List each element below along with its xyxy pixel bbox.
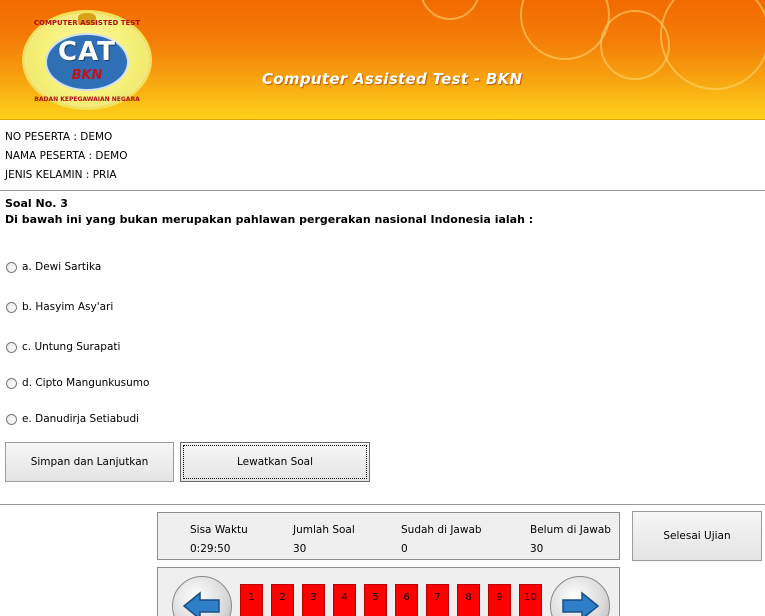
participant-number: NO PESERTA : DEMO xyxy=(5,131,113,143)
unanswered-questions: Belum di Jawab 30 xyxy=(530,521,611,559)
finish-exam-button[interactable]: Selesai Ujian xyxy=(632,511,762,561)
total-questions-label: Jumlah Soal xyxy=(293,524,355,536)
arrow-left-icon xyxy=(182,591,220,616)
question-number-box-2[interactable]: 2 xyxy=(271,584,294,616)
unanswered-questions-value: 30 xyxy=(530,543,544,555)
answered-questions: Sudah di Jawab 0 xyxy=(401,521,482,559)
participant-name: NAMA PESERTA : DEMO xyxy=(5,150,128,162)
divider xyxy=(0,504,765,505)
question-number-box-4[interactable]: 4 xyxy=(333,584,356,616)
radio-button[interactable] xyxy=(6,301,17,313)
logo-arc-top-text: COMPUTER ASSISTED TEST xyxy=(33,19,141,27)
question-number-box-1[interactable]: 1 xyxy=(240,584,263,616)
answer-option-e[interactable]: e. Danudirja Setiabudi xyxy=(6,413,139,425)
header-swirl-decoration xyxy=(420,0,480,20)
participant-info: NO PESERTA : DEMO NAMA PESERTA : DEMO JE… xyxy=(5,128,127,185)
total-questions: Jumlah Soal 30 xyxy=(293,521,355,559)
previous-question-button[interactable] xyxy=(172,576,232,616)
answered-questions-label: Sudah di Jawab xyxy=(401,524,482,536)
arrow-right-icon xyxy=(562,591,600,616)
skip-question-button[interactable]: Lewatkan Soal xyxy=(180,442,370,482)
question-number: Soal No. 3 xyxy=(5,197,68,210)
cat-bkn-logo: COMPUTER ASSISTED TEST CAT BKN BADAN KEP… xyxy=(22,10,152,110)
answer-option-d[interactable]: d. Cipto Mangunkusumo xyxy=(6,377,149,389)
answer-option-label: d. Cipto Mangunkusumo xyxy=(22,377,150,389)
radio-button[interactable] xyxy=(6,341,17,353)
divider xyxy=(0,190,765,191)
radio-button[interactable] xyxy=(6,261,17,273)
question-number-box-3[interactable]: 3 xyxy=(302,584,325,616)
unanswered-questions-label: Belum di Jawab xyxy=(530,524,611,536)
header-swirl-decoration xyxy=(660,0,765,90)
answer-option-label: e. Danudirja Setiabudi xyxy=(22,413,140,425)
question-number-box-8[interactable]: 8 xyxy=(457,584,480,616)
answer-option-a[interactable]: a. Dewi Sartika xyxy=(6,261,101,273)
next-question-button[interactable] xyxy=(550,576,610,616)
logo-main-text: CAT xyxy=(58,37,116,67)
question-navigation: 1 2 3 4 5 6 7 8 9 10 xyxy=(157,567,620,616)
question-number-box-10[interactable]: 10 xyxy=(519,584,542,616)
question-text: Di bawah ini yang bukan merupakan pahlaw… xyxy=(5,213,534,226)
answer-option-b[interactable]: b. Hasyim Asy'ari xyxy=(6,301,113,313)
time-remaining-label: Sisa Waktu xyxy=(190,524,248,536)
question-number-box-7[interactable]: 7 xyxy=(426,584,449,616)
time-remaining: Sisa Waktu 0:29:50 xyxy=(190,521,248,559)
answer-option-label: b. Hasyim Asy'ari xyxy=(22,301,114,313)
logo-arc-bottom-text: BADAN KEPEGAWAIAN NEGARA xyxy=(34,96,140,103)
answer-option-label: a. Dewi Sartika xyxy=(22,261,102,273)
total-questions-value: 30 xyxy=(293,543,307,555)
header-swirl-decoration xyxy=(600,10,670,80)
radio-button[interactable] xyxy=(6,413,17,425)
radio-button[interactable] xyxy=(6,377,17,389)
save-and-continue-button[interactable]: Simpan dan Lanjutkan xyxy=(5,442,174,482)
answer-option-c[interactable]: c. Untung Surapati xyxy=(6,341,120,353)
question-number-box-6[interactable]: 6 xyxy=(395,584,418,616)
question-number-box-9[interactable]: 9 xyxy=(488,584,511,616)
app-header: COMPUTER ASSISTED TEST CAT BKN BADAN KEP… xyxy=(0,0,765,120)
exam-status-panel: Sisa Waktu 0:29:50 Jumlah Soal 30 Sudah … xyxy=(157,512,620,560)
answer-option-label: c. Untung Surapati xyxy=(22,341,121,353)
header-swirl-decoration xyxy=(520,0,610,60)
time-remaining-value: 0:29:50 xyxy=(190,543,231,555)
answered-questions-value: 0 xyxy=(401,543,408,555)
logo-sub-text: BKN xyxy=(71,68,103,83)
question-number-box-5[interactable]: 5 xyxy=(364,584,387,616)
app-title: Computer Assisted Test - BKN xyxy=(262,70,523,88)
participant-gender: JENIS KELAMIN : PRIA xyxy=(5,169,117,181)
